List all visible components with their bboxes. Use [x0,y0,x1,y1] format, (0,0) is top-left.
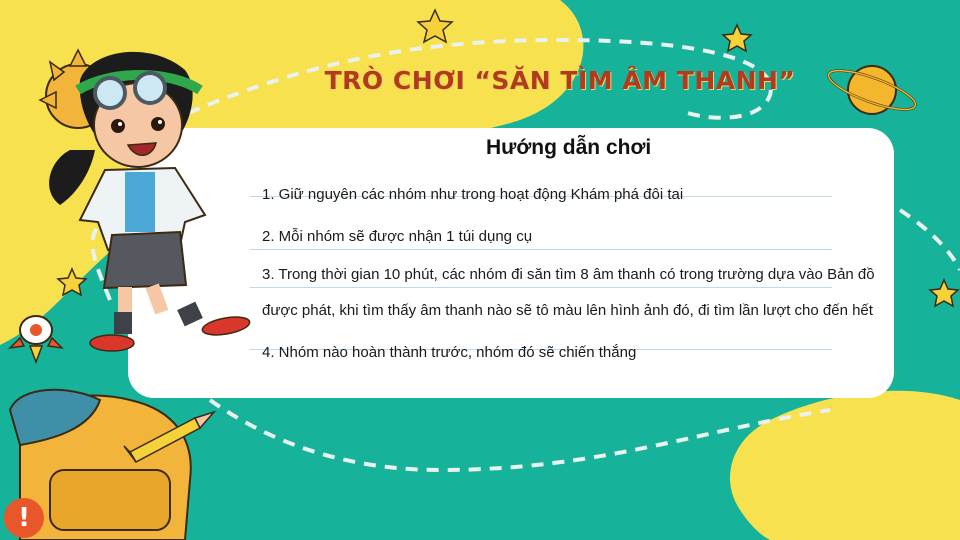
card-heading: Hướng dẫn chơi [486,136,652,159]
slide-title: TRÒ CHƠI “SĂN TÌM ÂM THANH” [324,66,796,95]
divider-line [250,287,832,288]
step-4: 4. Nhóm nào hoàn thành trước, nhóm đó sẽ… [262,344,637,361]
step-3-line-2: được phát, khi tìm thấy âm thanh nào sẽ … [262,302,873,319]
divider-line [250,249,832,250]
step-3-line-1: 3. Trong thời gian 10 phút, các nhóm đi … [262,266,875,283]
alert-icon[interactable]: ! [4,498,44,538]
step-1: 1. Giữ nguyên các nhóm như trong hoạt độ… [262,186,684,203]
slide: TRÒ CHƠI “SĂN TÌM ÂM THANH” Hướng dẫn ch… [0,0,960,540]
step-2: 2. Mỗi nhóm sẽ được nhận 1 túi dụng cụ [262,228,533,245]
